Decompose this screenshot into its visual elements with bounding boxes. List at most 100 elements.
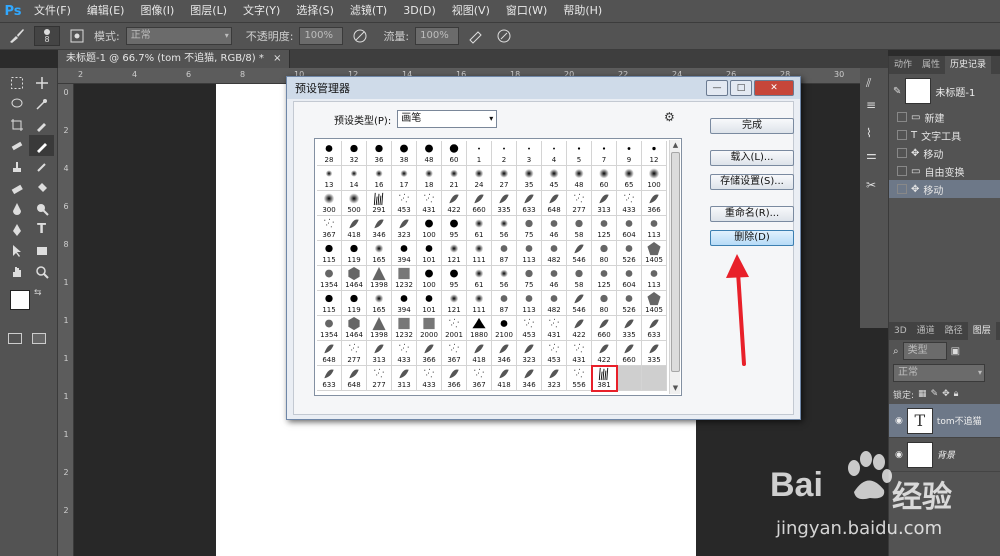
brush-preset[interactable]: 58	[567, 216, 592, 241]
tab-history[interactable]: 历史记录	[945, 56, 992, 74]
tools-panel-icon[interactable]: ✂	[866, 178, 876, 192]
brush-preset[interactable]: 335	[492, 191, 517, 216]
brush-preset[interactable]: 36	[367, 141, 392, 166]
eye-icon[interactable]: ◉	[895, 416, 903, 426]
eyedropper-icon[interactable]	[29, 114, 54, 135]
pen-tool-icon[interactable]	[4, 219, 29, 240]
opacity-field[interactable]: 100%	[299, 27, 344, 45]
brush-preset[interactable]: 453	[392, 191, 417, 216]
brush-preset[interactable]: 346	[517, 366, 542, 391]
flow-field[interactable]: 100%	[415, 27, 460, 45]
dodge-tool-icon[interactable]	[29, 198, 54, 219]
history-item[interactable]: T 文字工具	[889, 126, 1000, 144]
brush-preset[interactable]: 648	[317, 341, 342, 366]
brush-panel-icon[interactable]	[66, 26, 88, 46]
brush-preset[interactable]: 7	[592, 141, 617, 166]
brush-preset[interactable]: 28	[317, 141, 342, 166]
menu-file[interactable]: 文件(F)	[26, 0, 79, 22]
brush-preset[interactable]: 433	[392, 341, 417, 366]
brush-preset[interactable]: 115	[317, 291, 342, 316]
brush-preset[interactable]: 366	[417, 341, 442, 366]
close-icon[interactable]: ✕	[754, 80, 794, 96]
brush-preset[interactable]: 119	[342, 241, 367, 266]
brush-preset[interactable]: 648	[542, 191, 567, 216]
brush-preset[interactable]: 2001	[442, 316, 467, 341]
brush-preset[interactable]: 87	[492, 291, 517, 316]
brush-preset[interactable]: 48	[567, 166, 592, 191]
brush-preset[interactable]: 87	[492, 241, 517, 266]
magic-wand-icon[interactable]	[29, 93, 54, 114]
history-item[interactable]: ✥ 移动	[889, 180, 1000, 198]
brush-preset[interactable]: 3	[517, 141, 542, 166]
scroll-up-icon[interactable]: ▲	[670, 140, 681, 151]
history-brush-icon[interactable]	[29, 156, 54, 177]
brush-preset[interactable]: 16	[367, 166, 392, 191]
brush-panel-icon[interactable]: ⌇	[866, 126, 872, 140]
adjust-panel-icon[interactable]: ⚌	[866, 148, 877, 162]
brush-preset[interactable]: 1464	[342, 266, 367, 291]
brush-preset[interactable]: 313	[592, 191, 617, 216]
crop-tool-icon[interactable]	[4, 114, 29, 135]
brush-preset[interactable]: 291	[367, 191, 392, 216]
brush-preset[interactable]: 500	[342, 191, 367, 216]
brush-preset[interactable]: 48	[417, 141, 442, 166]
brush-preset[interactable]: 121	[442, 291, 467, 316]
brush-preset[interactable]: 313	[392, 366, 417, 391]
brush-preset[interactable]: 433	[417, 366, 442, 391]
menu-filter[interactable]: 滤镜(T)	[342, 0, 395, 22]
close-icon[interactable]: ×	[273, 53, 281, 64]
brush-preset[interactable]: 277	[342, 341, 367, 366]
image-filter-icon[interactable]: ▣	[951, 346, 960, 357]
brush-preset[interactable]: 45	[542, 166, 567, 191]
foreground-color-swatch[interactable]	[10, 290, 30, 310]
brush-preset[interactable]: 277	[567, 191, 592, 216]
save-settings-button[interactable]: 存储设置(S)...	[710, 174, 794, 190]
brush-preset[interactable]: 119	[342, 291, 367, 316]
healing-brush-icon[interactable]	[4, 135, 29, 156]
tab-properties[interactable]: 属性	[917, 56, 945, 74]
brush-preset[interactable]: 323	[517, 341, 542, 366]
brush-preset[interactable]: 1464	[342, 316, 367, 341]
brush-preset[interactable]: 27	[492, 166, 517, 191]
menu-3d[interactable]: 3D(D)	[395, 0, 444, 22]
history-item[interactable]: ▭ 自由变换	[889, 162, 1000, 180]
brush-preset[interactable]: 1232	[392, 266, 417, 291]
brush-preset[interactable]: 100	[417, 266, 442, 291]
brush-preset[interactable]: 113	[642, 216, 667, 241]
brush-preset[interactable]: 1354	[317, 316, 342, 341]
brush-preset[interactable]: 660	[617, 341, 642, 366]
properties-panel-icon[interactable]: ≡	[866, 98, 876, 112]
brush-preset[interactable]: 660	[592, 316, 617, 341]
brush-preset[interactable]: 2000	[417, 316, 442, 341]
brush-preset[interactable]: 95	[442, 266, 467, 291]
brush-preset[interactable]: 422	[592, 341, 617, 366]
menu-image[interactable]: 图像(I)	[132, 0, 182, 22]
brush-preset[interactable]: 100	[417, 216, 442, 241]
brush-preset[interactable]: 113	[517, 291, 542, 316]
brush-preset[interactable]: 431	[417, 191, 442, 216]
type-tool-icon[interactable]: T	[29, 219, 54, 240]
lock-all-icon[interactable]: 🔒︎	[954, 389, 959, 399]
brush-preset[interactable]: 660	[467, 191, 492, 216]
brush-preset[interactable]: 604	[617, 266, 642, 291]
tab-channels[interactable]: 通道	[912, 322, 940, 340]
layer-filter-select[interactable]: 类型	[902, 342, 947, 360]
brush-preset[interactable]: 12	[642, 141, 667, 166]
brush-preset[interactable]: 526	[617, 241, 642, 266]
brush-preset[interactable]: 526	[617, 291, 642, 316]
brush-preset[interactable]: 18	[417, 166, 442, 191]
gear-icon[interactable]: ⚙	[664, 110, 675, 124]
brush-preset[interactable]: 113	[517, 241, 542, 266]
brush-preset[interactable]: 604	[617, 216, 642, 241]
tab-paths[interactable]: 路径	[940, 322, 968, 340]
path-selection-icon[interactable]	[4, 240, 29, 261]
brush-preset[interactable]: 546	[567, 291, 592, 316]
brush-preset[interactable]: 313	[367, 341, 392, 366]
brush-preset[interactable]: 9	[617, 141, 642, 166]
tab-layers[interactable]: 图层	[967, 322, 996, 340]
brush-preset[interactable]: 165	[367, 241, 392, 266]
brush-preset[interactable]: 1405	[642, 241, 667, 266]
menu-window[interactable]: 窗口(W)	[498, 0, 555, 22]
brush-preset[interactable]: 115	[317, 241, 342, 266]
brush-preset[interactable]: 80	[592, 241, 617, 266]
